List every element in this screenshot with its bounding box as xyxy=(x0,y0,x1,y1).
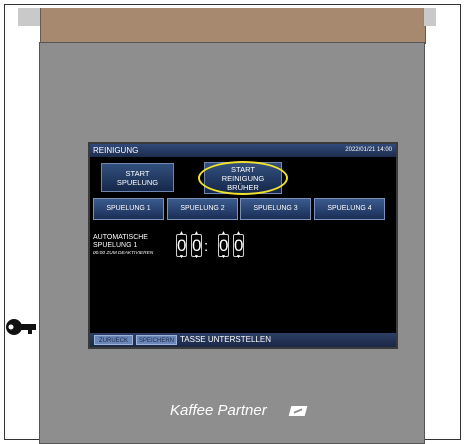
spuelung-1-button[interactable]: SPUELUNG 1 xyxy=(93,198,164,220)
title-bar: REINIGUNG 2022/01/21 14:00 xyxy=(90,144,396,157)
auto-spuelung-label: AUTOMATISCHE SPUELUNG 1 00:00 ZUM DEAKTI… xyxy=(93,234,153,258)
minute-tens-up-icon[interactable]: ▲ xyxy=(221,230,226,236)
start-spuelung-label-1: START xyxy=(125,168,150,178)
wall-panel-left xyxy=(18,8,41,26)
brand-name: Kaffee Partner xyxy=(170,402,267,419)
bottom-bar: ZURUECK SPEICHERN TASSE UNTERSTELLEN xyxy=(90,333,396,347)
start-spuelung-button[interactable]: START SPUELUNG xyxy=(101,163,174,192)
spuelung-3-button[interactable]: SPUELUNG 3 xyxy=(240,198,311,220)
highlight-circle xyxy=(198,161,288,195)
minute-tens-down-icon[interactable]: ▼ xyxy=(221,254,226,260)
hour-tens-down-icon[interactable]: ▼ xyxy=(179,254,184,260)
page-title: REINIGUNG xyxy=(93,146,139,155)
back-button[interactable]: ZURUECK xyxy=(94,335,133,345)
datetime-display: 2022/01/21 14:00 xyxy=(345,147,392,153)
minute-ones-up-icon[interactable]: ▲ xyxy=(236,230,241,236)
hour-ones-down-icon[interactable]: ▼ xyxy=(194,254,199,260)
start-spuelung-label-2: SPUELUNG xyxy=(116,177,159,187)
key-lock-icon[interactable] xyxy=(0,316,36,338)
save-button[interactable]: SPEICHERN xyxy=(136,335,177,345)
spuelung-4-button[interactable]: SPUELUNG 4 xyxy=(314,198,385,220)
time-separator: : xyxy=(204,238,209,255)
spuelung-2-button[interactable]: SPUELUNG 2 xyxy=(167,198,238,220)
machine-top-panel xyxy=(40,8,426,44)
kaffee-partner-logo-icon xyxy=(288,406,308,416)
auto-label-line2: SPUELUNG 1 xyxy=(93,242,138,249)
hour-tens-up-icon[interactable]: ▲ xyxy=(179,230,184,236)
touch-display: REINIGUNG 2022/01/21 14:00 START SPUELUN… xyxy=(88,142,398,349)
wall-panel-right xyxy=(423,8,436,26)
minute-ones-down-icon[interactable]: ▼ xyxy=(236,254,241,260)
hour-ones-up-icon[interactable]: ▲ xyxy=(194,230,199,236)
auto-label-line1: AUTOMATISCHE xyxy=(93,234,148,241)
auto-hint: 00:00 ZUM DEAKTIVIEREN xyxy=(93,251,154,256)
status-message: TASSE UNTERSTELLEN xyxy=(180,335,271,344)
